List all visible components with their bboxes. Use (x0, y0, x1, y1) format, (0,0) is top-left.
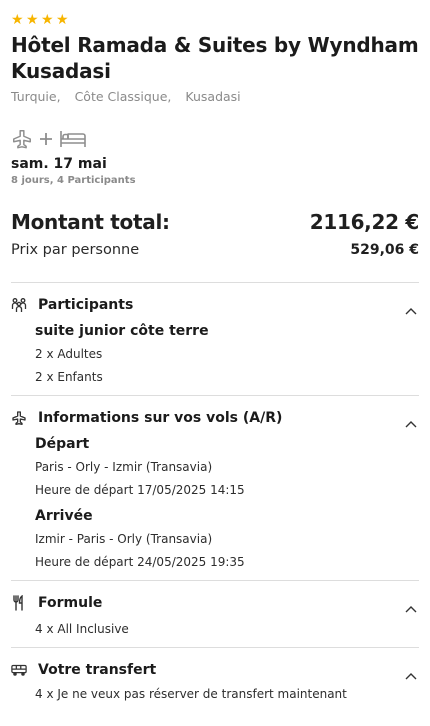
total-row: Montant total: 2116,22 € (11, 210, 419, 234)
departure-date: sam. 17 mai (11, 156, 107, 172)
star-icon: ★ (56, 12, 69, 28)
formule-header[interactable]: Formule (11, 593, 419, 613)
location-region: Côte Classique, (74, 89, 172, 104)
departure-title: Départ (35, 436, 90, 452)
chevron-up-icon[interactable] (405, 605, 417, 613)
bed-icon (59, 129, 87, 149)
section-participants: Participants suite junior côte terre 2 x… (11, 283, 419, 395)
plane-icon (11, 410, 27, 426)
total-label: Montant total: (11, 210, 170, 234)
cutlery-icon (11, 595, 27, 611)
adults-count: 2 x Adultes (35, 347, 103, 361)
plus-icon (39, 132, 53, 146)
room-type: suite junior côte terre (35, 323, 209, 339)
location-city: Kusadasi (185, 89, 241, 104)
children-count: 2 x Enfants (35, 370, 103, 384)
per-person-value: 529,06 € (350, 242, 419, 258)
section-transfer: Votre transfert 4 x Je ne veux pas réser… (11, 648, 419, 712)
section-flights: Informations sur vos vols (A/R) Départ P… (11, 396, 419, 580)
trip-summary: 8 jours, 4 Participants (11, 175, 136, 186)
hotel-location: Turquie, Côte Classique, Kusadasi (11, 89, 419, 104)
formule-value: 4 x All Inclusive (35, 622, 129, 636)
formule-title: Formule (38, 595, 103, 611)
star-rating: ★ ★ ★ ★ (11, 0, 419, 29)
arrival-route: Izmir - Paris - Orly (Transavia) (35, 532, 213, 546)
people-icon (11, 297, 27, 313)
transfer-header[interactable]: Votre transfert (11, 660, 419, 680)
bus-icon (11, 662, 27, 678)
transfer-title: Votre transfert (38, 662, 157, 678)
chevron-up-icon[interactable] (405, 420, 417, 428)
transfer-value: 4 x Je ne veux pas réserver de transfert… (35, 687, 347, 701)
location-country: Turquie, (11, 89, 61, 104)
arrival-title: Arrivée (35, 508, 93, 524)
hotel-name: Hôtel Ramada & Suites by Wyndham Kusadas… (11, 33, 419, 83)
participants-title: Participants (38, 297, 134, 313)
flights-header[interactable]: Informations sur vos vols (A/R) (11, 408, 419, 428)
star-icon: ★ (41, 12, 54, 28)
star-icon: ★ (11, 12, 24, 28)
departure-time: Heure de départ 17/05/2025 14:15 (35, 483, 245, 497)
chevron-up-icon[interactable] (405, 307, 417, 315)
chevron-up-icon[interactable] (405, 672, 417, 680)
flights-title: Informations sur vos vols (A/R) (38, 410, 283, 426)
total-value: 2116,22 € (309, 210, 420, 234)
participants-header[interactable]: Participants (11, 295, 419, 315)
departure-route: Paris - Orly - Izmir (Transavia) (35, 460, 213, 474)
package-icons (11, 126, 419, 152)
per-person-label: Prix par personne (11, 242, 140, 258)
star-icon: ★ (26, 12, 39, 28)
plane-icon (11, 128, 33, 150)
arrival-time: Heure de départ 24/05/2025 19:35 (35, 555, 245, 569)
per-person-row: Prix par personne 529,06 € (11, 242, 419, 258)
section-formule: Formule 4 x All Inclusive (11, 581, 419, 647)
